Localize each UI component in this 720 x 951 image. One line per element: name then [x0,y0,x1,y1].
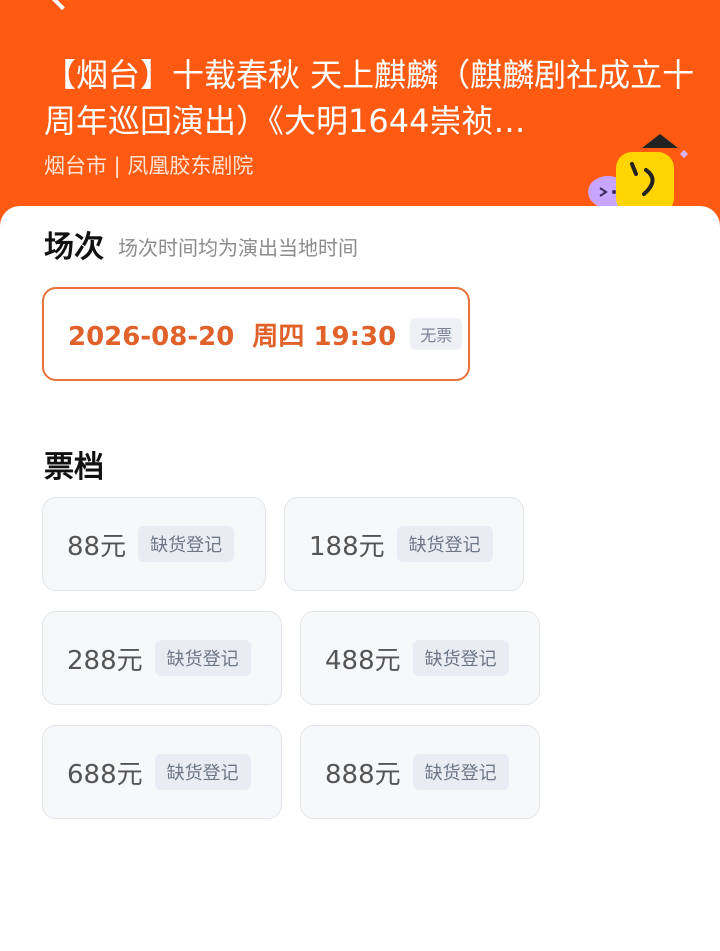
price-label: 288元 [67,645,143,676]
price-tier-option[interactable]: 288元 缺货登记 [42,611,282,705]
price-tier-option[interactable]: 88元 缺货登记 [42,497,266,591]
price-label: 188元 [309,531,385,562]
header: 【烟台】十载春秋 天上麒麟（麒麟剧社成立十周年巡回演出）《大明1644崇祯… 烟… [0,0,720,240]
session-option[interactable]: 2026-08-20 周四 19:30 无票 [42,287,470,381]
session-heading: 场次 [44,230,104,265]
price-tier-option[interactable]: 488元 缺货登记 [300,611,540,705]
stock-status-badge: 缺货登记 [154,640,251,676]
venue-label: 烟台市 | 凤凰胶东剧院 [44,154,254,178]
price-label: 688元 [67,759,143,790]
session-status-badge: 无票 [410,318,463,350]
session-note: 场次时间均为演出当地时间 [118,236,358,260]
stock-status-badge: 缺货登记 [412,754,509,790]
back-chevron-icon[interactable] [47,0,77,11]
stock-status-badge: 缺货登记 [412,640,509,676]
price-label: 88元 [67,531,127,562]
stock-status-badge: 缺货登记 [154,754,251,790]
tier-heading: 票档 [44,450,104,485]
price-tier-option[interactable]: 688元 缺货登记 [42,725,282,819]
price-tier-option[interactable]: 888元 缺货登记 [300,725,540,819]
stock-status-badge: 缺货登记 [138,526,235,562]
price-label: 888元 [325,759,401,790]
price-tier-option[interactable]: 188元 缺货登记 [284,497,524,591]
session-datetime: 2026-08-20 周四 19:30 [68,321,397,352]
stock-status-badge: 缺货登记 [396,526,493,562]
price-label: 488元 [325,645,401,676]
